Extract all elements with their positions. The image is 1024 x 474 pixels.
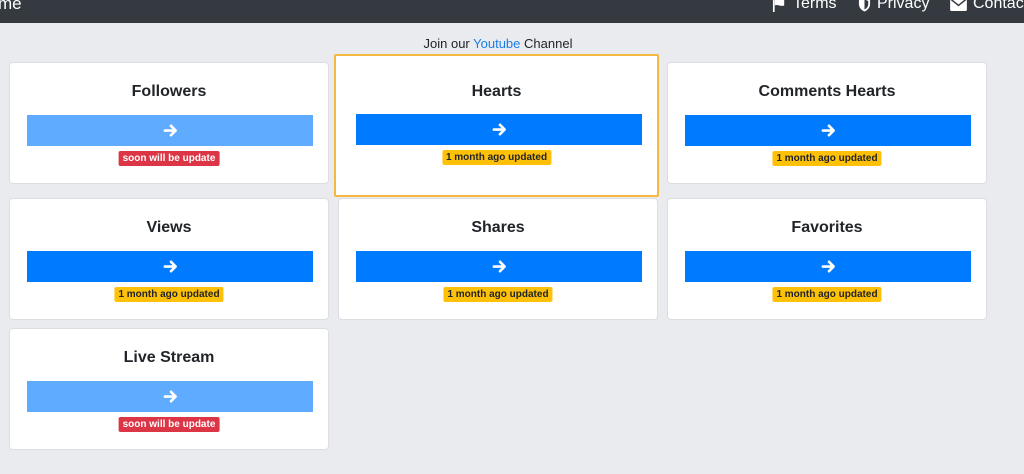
youtube-link[interactable]: Youtube <box>473 36 520 51</box>
shield-icon <box>858 0 871 11</box>
service-card-followers: Followers soon will be update <box>9 62 329 184</box>
nav-terms-label: Terms <box>793 0 837 12</box>
status-badge: 1 month ago updated <box>772 151 882 166</box>
live-stream-go-button[interactable] <box>27 381 313 412</box>
join-youtube-text: Join our Youtube Channel <box>0 36 996 51</box>
service-card-comments-hearts: Comments Hearts 1 month ago updated <box>667 62 987 184</box>
followers-go-button[interactable] <box>27 115 313 146</box>
status-badge: 1 month ago updated <box>441 150 552 165</box>
card-title: Followers <box>131 83 207 100</box>
brand-link[interactable]: me <box>0 0 22 14</box>
status-badge: 1 month ago updated <box>772 287 882 302</box>
hearts-go-button[interactable] <box>356 114 642 145</box>
card-title: Shares <box>471 219 525 236</box>
top-navbar: me Terms Privacy Contac <box>0 0 1024 23</box>
service-card-favorites: Favorites 1 month ago updated <box>667 198 987 320</box>
favorites-go-button[interactable] <box>685 251 971 282</box>
card-title: Comments Hearts <box>758 83 896 100</box>
arrow-right-icon <box>163 124 177 137</box>
nav-privacy-link[interactable]: Privacy <box>858 0 929 14</box>
envelope-icon <box>950 0 967 11</box>
join-suffix: Channel <box>524 36 573 51</box>
status-badge: soon will be update <box>118 151 220 166</box>
arrow-right-icon <box>492 260 506 273</box>
arrow-right-icon <box>821 260 835 273</box>
views-go-button[interactable] <box>27 251 313 282</box>
status-badge: 1 month ago updated <box>443 287 553 302</box>
join-prefix: Join our <box>423 36 470 51</box>
arrow-right-icon <box>163 260 177 273</box>
service-card-live-stream: Live Stream soon will be update <box>9 328 329 450</box>
status-badge: 1 month ago updated <box>114 287 224 302</box>
service-card-hearts: Hearts 1 month ago updated <box>334 54 659 197</box>
arrow-right-icon <box>821 124 835 137</box>
service-card-shares: Shares 1 month ago updated <box>338 198 658 320</box>
shares-go-button[interactable] <box>356 251 642 282</box>
comments-hearts-go-button[interactable] <box>685 115 971 146</box>
arrow-right-icon <box>492 123 506 136</box>
service-card-views: Views 1 month ago updated <box>9 198 329 320</box>
flag-icon <box>772 0 785 12</box>
nav-contact-label: Contac <box>973 0 1024 12</box>
arrow-right-icon <box>163 390 177 403</box>
nav-privacy-label: Privacy <box>877 0 930 12</box>
card-title: Views <box>146 219 192 236</box>
card-title: Live Stream <box>123 349 215 366</box>
status-badge: soon will be update <box>118 417 220 432</box>
card-title: Favorites <box>791 219 863 236</box>
nav-contact-link[interactable]: Contac <box>950 0 1024 14</box>
nav-terms-link[interactable]: Terms <box>772 0 837 14</box>
card-title: Hearts <box>471 83 522 100</box>
